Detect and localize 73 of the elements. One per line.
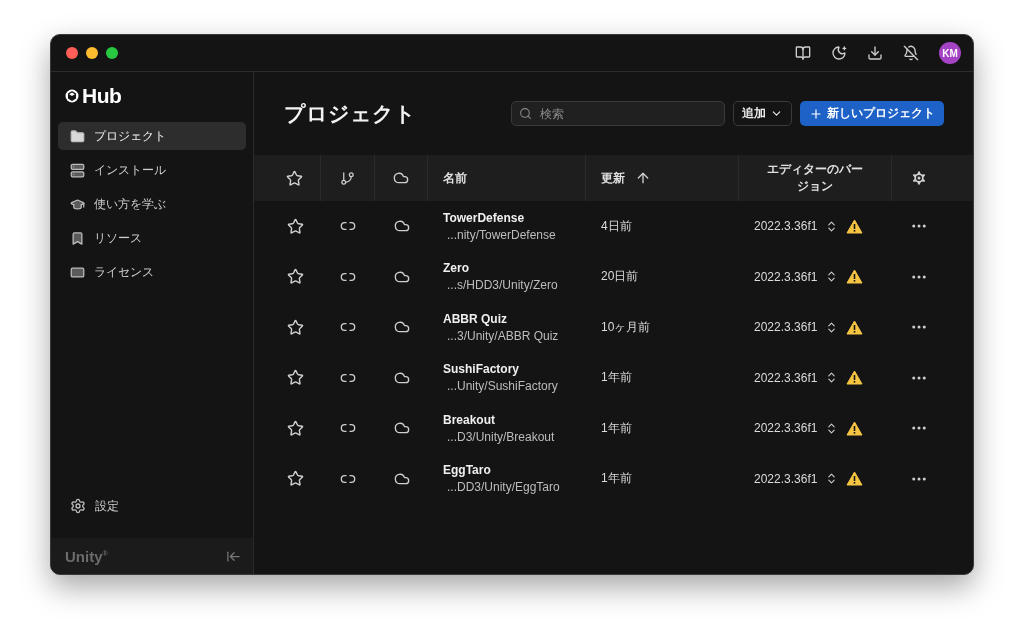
project-name[interactable]: SushiFactory: [443, 362, 586, 377]
updated-time: 1年前: [600, 419, 633, 437]
id-card-icon: [70, 264, 85, 280]
folder-icon: [70, 128, 85, 144]
star-icon[interactable]: [286, 217, 304, 235]
avatar[interactable]: KM: [939, 42, 961, 64]
updated-time: 1年前: [600, 369, 633, 387]
warning-icon: [846, 319, 864, 335]
sidebar-item[interactable]: インストール: [58, 156, 246, 184]
add-button[interactable]: 追加: [733, 101, 792, 126]
project-path: ...s/HDD3/Unity/Zero: [446, 278, 559, 293]
download-icon[interactable]: [867, 45, 883, 61]
editor-version: 2022.3.36f1: [754, 219, 818, 234]
editor-version: 2022.3.36f1: [754, 320, 818, 335]
sidebar-item[interactable]: リソース: [58, 224, 246, 252]
app-title: Hub: [82, 84, 122, 108]
column-header[interactable]: エディターのバージョン: [763, 161, 867, 195]
close-button[interactable]: [66, 47, 78, 59]
project-path: ...nity/TowerDefense: [446, 227, 557, 242]
graduation-cap-icon: [70, 196, 85, 212]
zoom-button[interactable]: [106, 47, 118, 59]
warning-icon: [846, 269, 864, 285]
new-project-button[interactable]: 新しいプロジェクト: [800, 101, 944, 126]
project-path: ...3/Unity/ABBR Quiz: [446, 328, 560, 343]
column-header[interactable]: 更新: [601, 169, 625, 187]
bell-off-icon[interactable]: [903, 45, 919, 61]
bookmark-icon: [70, 230, 85, 246]
project-name[interactable]: Breakout: [443, 412, 586, 427]
star-icon[interactable]: [286, 470, 304, 488]
warning-icon: [846, 370, 864, 386]
sidebar-item[interactable]: ライセンス: [58, 258, 246, 286]
star-icon[interactable]: [286, 268, 304, 286]
updated-time: 1年前: [600, 470, 633, 488]
settings-item[interactable]: 設定: [58, 492, 246, 520]
project-name[interactable]: TowerDefense: [443, 210, 586, 225]
branch-icon[interactable]: [340, 170, 355, 186]
page-title: プロジェクト: [284, 100, 417, 127]
warning-icon: [846, 471, 864, 487]
sort-up-icon[interactable]: [635, 170, 651, 186]
brand-logo: Unity$^{®}$: [65, 547, 108, 565]
editor-version: 2022.3.36f1: [754, 471, 818, 486]
project-path: ...D3/Unity/Breakout: [446, 429, 556, 444]
search-field[interactable]: 検索: [511, 101, 725, 126]
updated-time: 20日前: [600, 268, 640, 286]
updated-time: 4日前: [600, 217, 633, 235]
updated-time: 10ヶ月前: [600, 318, 652, 336]
warning-icon: [846, 420, 864, 436]
warning-icon: [846, 218, 864, 234]
project-path: ...DD3/Unity/EggTaro: [446, 480, 561, 495]
project-name[interactable]: ABBR Quiz: [443, 311, 586, 326]
sidebar-item[interactable]: プロジェクト: [58, 122, 246, 150]
editor-version: 2022.3.36f1: [754, 269, 818, 284]
star-icon[interactable]: [286, 369, 304, 387]
plus-icon: [809, 106, 823, 121]
settings-icon[interactable]: [910, 169, 928, 187]
cloud-icon[interactable]: [393, 170, 409, 186]
settings-icon: [70, 498, 86, 514]
project-path: ...Unity/SushiFactory: [446, 379, 559, 394]
book-icon[interactable]: [795, 45, 811, 61]
editor-version: 2022.3.36f1: [754, 370, 818, 385]
star-icon[interactable]: [286, 169, 303, 187]
project-name[interactable]: Zero: [443, 261, 586, 276]
star-icon[interactable]: [286, 419, 304, 437]
server-icon: [70, 162, 85, 178]
cube-logo-icon: [65, 89, 79, 103]
moon-icon[interactable]: [831, 45, 847, 61]
editor-version: 2022.3.36f1: [754, 421, 818, 436]
search-icon: [519, 107, 532, 120]
project-name[interactable]: EggTaro: [443, 463, 586, 478]
sidebar-item[interactable]: 使い方を学ぶ: [58, 190, 246, 218]
star-icon[interactable]: [286, 318, 304, 336]
column-header[interactable]: 名前: [443, 169, 467, 187]
minimize-button[interactable]: [86, 47, 98, 59]
